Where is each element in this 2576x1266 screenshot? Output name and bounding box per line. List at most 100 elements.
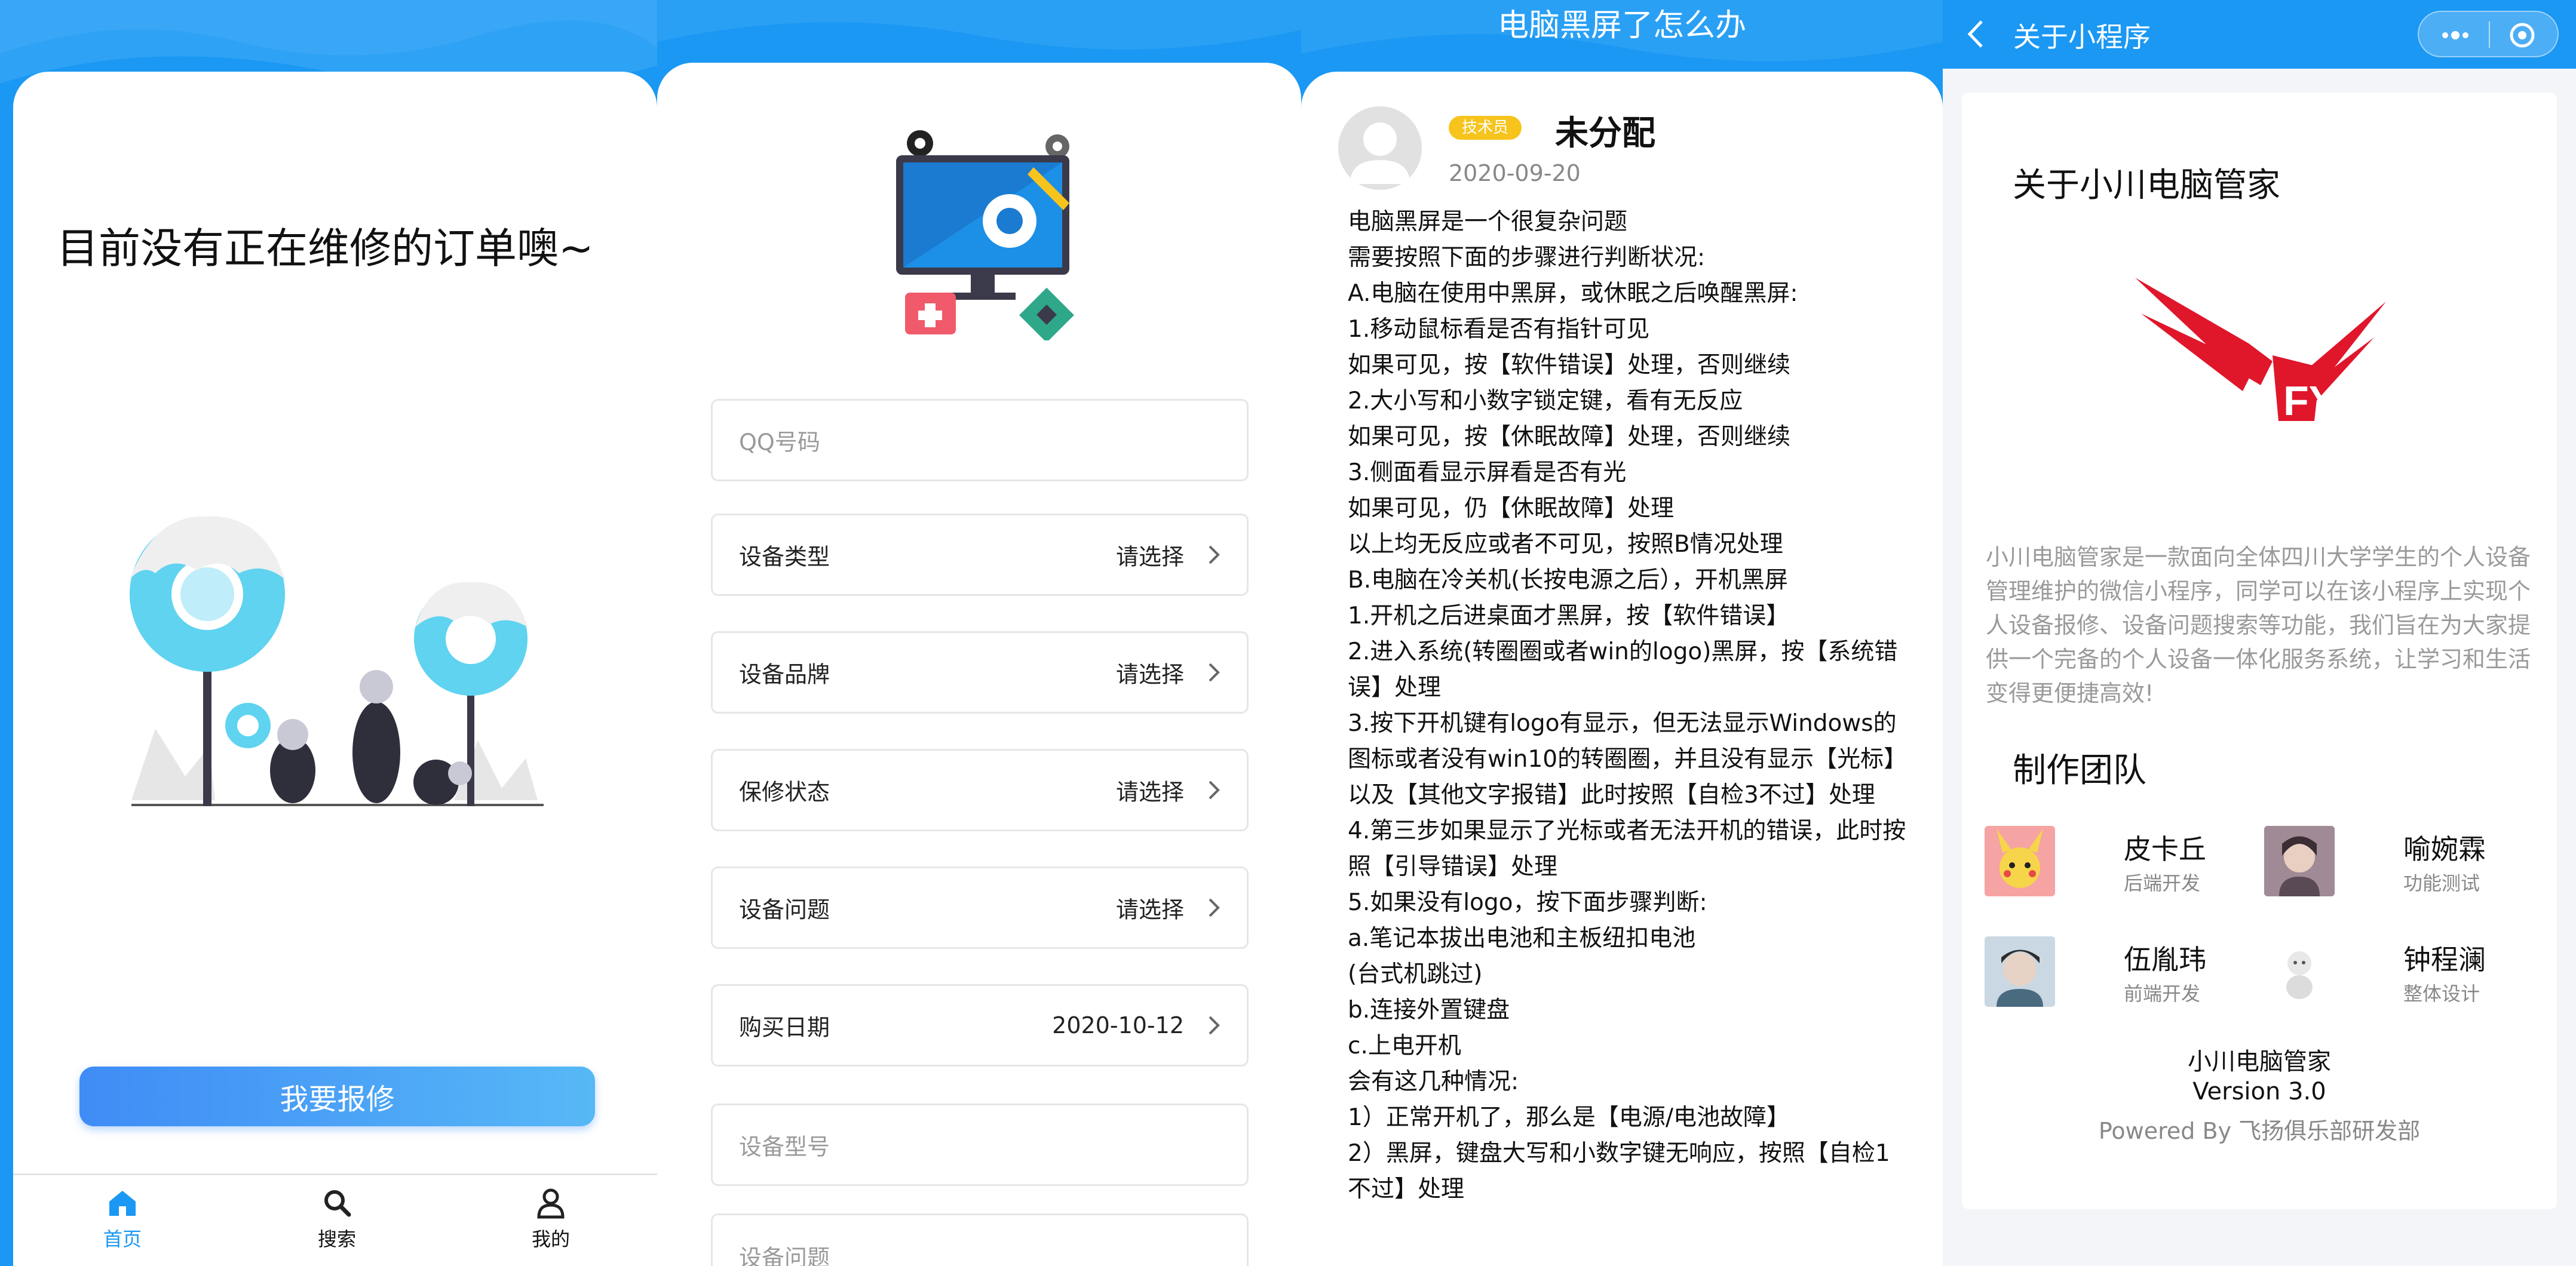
field-label: 设备问题: [739, 896, 830, 923]
article-line: 会有这几种情况:: [1348, 1068, 1519, 1095]
empty-state-illustration: [130, 516, 544, 806]
portrait-avatar-icon: [1985, 936, 2055, 1007]
article-line: 2.大小写和小数字锁定键，看有无反应: [1348, 388, 1743, 414]
back-arrow-icon[interactable]: [1964, 18, 1988, 51]
member-avatar: [2264, 826, 2335, 896]
team-member: 伍胤玮 前端开发: [1985, 933, 2235, 1011]
member-avatar: [1985, 936, 2055, 1007]
field-label: 保修状态: [739, 779, 830, 806]
device-problem-select[interactable]: 设备问题 请选择: [711, 866, 1249, 949]
article-line: 2）黑屏，键盘大写和小数字键无响应，按照【自检1不过】处理: [1348, 1140, 1890, 1203]
field-value: 请选择: [1115, 896, 1184, 923]
article-line: 如果可见，按【休眠故障】处理，否则继续: [1348, 423, 1791, 450]
article-line: 1.移动鼠标看是否有指针可见: [1348, 316, 1650, 343]
article-line: 3.侧面看显示屏看是否有光: [1348, 459, 1627, 486]
tab-search-label: 搜索: [317, 1228, 356, 1250]
role-badge: 技术员: [1449, 116, 1522, 140]
powered-by: Powered By 飞扬俱乐部研发部: [2098, 1118, 2421, 1144]
chevron-right-icon: [1209, 898, 1220, 917]
purchase-date-select[interactable]: 购买日期 2020-10-12: [711, 984, 1249, 1067]
field-label: 购买日期: [739, 1014, 830, 1041]
tab-profile[interactable]: 我的: [503, 1186, 599, 1252]
article-body: 电脑黑屏是一个很复杂问题 需要按照下面的步骤进行判断状况: A.电脑在使用中黑屏…: [1348, 204, 1909, 1207]
article-line: 1）正常开机了，那么是【电源/电池故障】: [1348, 1104, 1790, 1131]
member-role: 整体设计: [2403, 982, 2480, 1005]
tab-search[interactable]: 搜索: [289, 1186, 385, 1252]
problem-description-placeholder: 设备问题: [739, 1245, 830, 1266]
member-role: 后端开发: [2124, 872, 2201, 895]
chevron-right-icon: [1209, 1016, 1220, 1035]
bottom-tab-bar: 首页 搜索 我的: [13, 1173, 657, 1266]
member-role: 功能测试: [2403, 872, 2480, 895]
article-line: 1.开机之后进桌面才黑屏，按【软件错误】: [1348, 603, 1790, 629]
field-value: 2020-10-12: [1052, 1012, 1184, 1038]
article-line: 5.如果没有logo，按下面步骤判断:: [1348, 889, 1707, 916]
about-panel: 关于小程序 关于小川电脑管家 FY 小川电脑管家是一款面向全体四川大学学生的个人…: [1943, 0, 2576, 1266]
device-model-placeholder: 设备型号: [739, 1133, 830, 1160]
problem-description-input[interactable]: 设备问题: [711, 1213, 1249, 1266]
article-line: 如果可见，仍【休眠故障】处理: [1348, 495, 1675, 522]
home-panel: 目前没有正在维修的订单噢~ 我要报修 首页 搜索 我的: [0, 0, 657, 1266]
field-value: 请选择: [1115, 661, 1184, 688]
chevron-right-icon: [1209, 545, 1220, 564]
figure-avatar-icon: [2286, 951, 2313, 999]
home-icon: [109, 1191, 136, 1216]
device-model-input[interactable]: 设备型号: [711, 1104, 1249, 1186]
chevron-right-icon: [1209, 663, 1220, 682]
app-description: 小川电脑管家是一款面向全体四川大学学生的个人设备管理维护的微信小程序，同学可以在…: [1986, 544, 2531, 706]
qq-number-input[interactable]: QQ号码: [711, 399, 1249, 481]
article-line: B.电脑在冷关机(长按电源之后），开机黑屏: [1348, 567, 1788, 594]
tab-home[interactable]: 首页: [75, 1186, 170, 1252]
article-line: c.上电开机: [1348, 1033, 1461, 1059]
member-name: 伍胤玮: [2124, 944, 2206, 976]
svg-text:FY: FY: [2283, 377, 2336, 424]
device-brand-select[interactable]: 设备品牌 请选择: [711, 631, 1249, 714]
author-avatar[interactable]: [1338, 106, 1422, 190]
club-logo: FY: [2135, 278, 2386, 424]
article-line: 电脑黑屏是一个很复杂问题: [1348, 208, 1628, 235]
team-member: 钟程澜 整体设计: [2264, 933, 2515, 1011]
app-name: 小川电脑管家: [2188, 1048, 2331, 1076]
app-version: Version 3.0: [2192, 1078, 2326, 1105]
close-target-icon[interactable]: [2508, 21, 2536, 49]
team-title: 制作团队: [2013, 751, 2146, 790]
about-card: 关于小川电脑管家 FY 小川电脑管家是一款面向全体四川大学学生的个人设备管理维护…: [1962, 93, 2557, 1209]
member-name: 皮卡丘: [2124, 833, 2206, 865]
navigation-bar: 关于小程序: [1943, 0, 2576, 69]
author-name: 未分配: [1555, 114, 1655, 153]
warranty-status-select[interactable]: 保修状态 请选择: [711, 749, 1249, 831]
post-date: 2020-09-20: [1449, 160, 1581, 186]
article-line: a.笔记本拔出电池和主板纽扣电池: [1348, 925, 1696, 952]
article-line: (台式机跳过): [1348, 961, 1483, 988]
chevron-right-icon: [1209, 781, 1220, 800]
about-title: 关于小川电脑管家: [2013, 166, 2280, 205]
tab-profile-label: 我的: [531, 1228, 570, 1250]
member-role: 前端开发: [2124, 982, 2201, 1005]
article-title: 电脑黑屏了怎么办: [1497, 8, 1746, 44]
user-icon: [537, 1188, 565, 1219]
article-line: 3.按下开机键有logo有显示，但无法显示Windows的图标或者没有win10…: [1348, 710, 1908, 809]
member-name: 喻婉霖: [2403, 833, 2486, 865]
device-type-select[interactable]: 设备类型 请选择: [711, 514, 1249, 596]
repair-form-panel: QQ号码 设备类型 请选择 设备品牌 请选择 保修状态 请选择 设备问题 请选择…: [657, 0, 1301, 1266]
member-name: 钟程澜: [2403, 944, 2486, 976]
empty-orders-message: 目前没有正在维修的订单噢~: [57, 224, 594, 273]
team-member: 皮卡丘 后端开发: [1985, 823, 2235, 901]
computer-repair-illustration: [896, 130, 1074, 340]
article-line: A.电脑在使用中黑屏，或休眠之后唤醒黑屏:: [1348, 280, 1798, 307]
field-value: 请选择: [1115, 543, 1184, 570]
capsule-divider: [2489, 21, 2490, 48]
pikachu-avatar-icon: [1997, 829, 2043, 888]
portrait-avatar-icon: [2264, 826, 2335, 896]
more-dots-icon[interactable]: [2440, 26, 2470, 44]
tab-home-label: 首页: [103, 1228, 142, 1250]
article-line: 如果可见，按【软件错误】处理，否则继续: [1348, 352, 1791, 379]
article-panel: 电脑黑屏了怎么办 技术员 未分配 2020-09-20 电脑黑屏是一个很复杂问题…: [1301, 0, 1943, 1266]
nav-title: 关于小程序: [2013, 21, 2151, 53]
report-repair-button[interactable]: 我要报修: [79, 1067, 595, 1126]
article-line: 以上均无反应或者不可见，按照B情况处理: [1348, 531, 1783, 558]
field-value: 请选择: [1115, 779, 1184, 806]
field-label: 设备类型: [739, 543, 830, 570]
default-avatar-icon: [1350, 122, 1410, 184]
qq-number-placeholder: QQ号码: [739, 429, 820, 456]
